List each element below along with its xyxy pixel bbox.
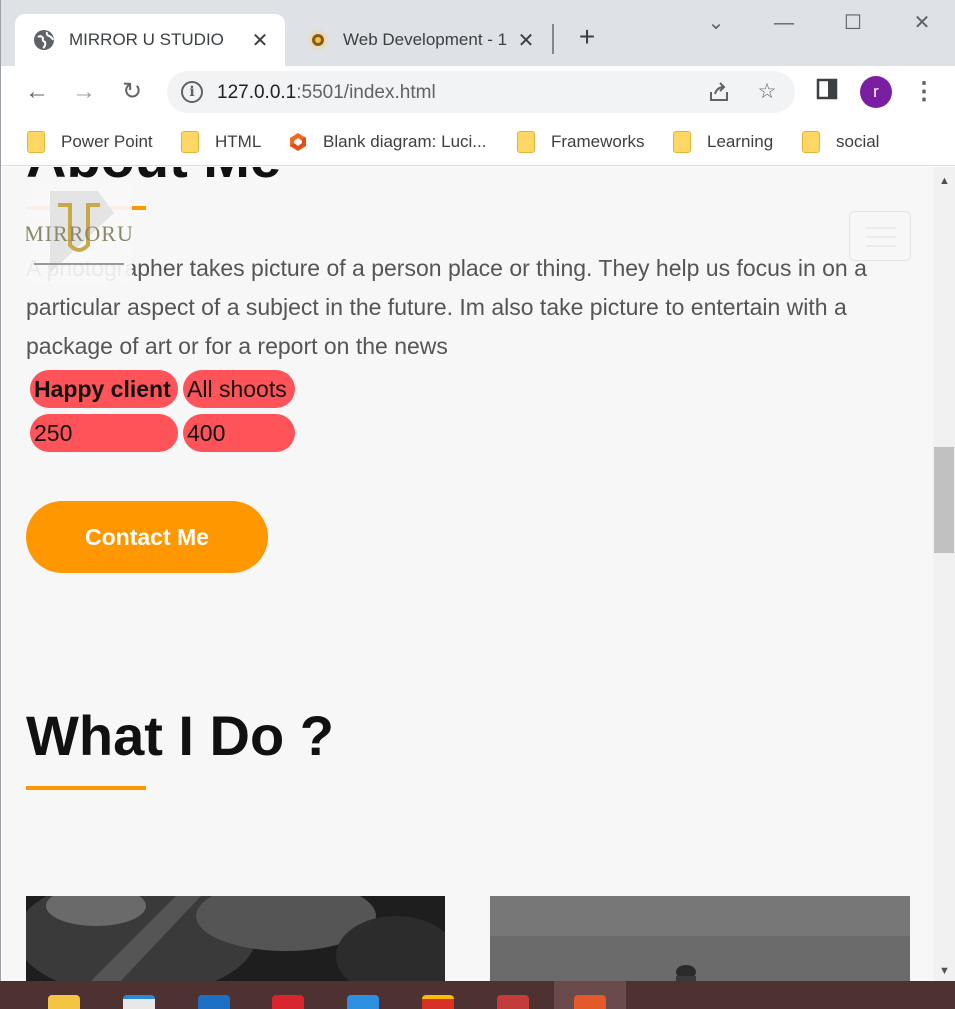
forward-icon[interactable]: → <box>70 78 98 106</box>
globe-icon <box>33 29 55 51</box>
page-viewport: About Me A photographer takes picture of… <box>2 167 933 981</box>
os-taskbar <box>0 981 955 1009</box>
service-image-1[interactable] <box>26 896 445 981</box>
new-tab-icon[interactable]: + <box>573 23 601 52</box>
close-tab-icon[interactable]: ✕ <box>249 29 271 52</box>
reload-icon[interactable]: ↻ <box>118 78 146 106</box>
close-tab-icon[interactable]: ✕ <box>515 29 537 52</box>
tab-separator <box>552 24 554 54</box>
bookmark-html[interactable]: HTML <box>181 130 261 154</box>
bookmark-power-point[interactable]: Power Point <box>27 130 153 154</box>
tab-mirror-u-studio[interactable]: MIRROR U STUDIO ✕ <box>15 14 285 66</box>
bookmark-star-icon[interactable]: ☆ <box>755 80 779 104</box>
folder-icon <box>27 131 45 153</box>
bookmark-lucid[interactable]: Blank diagram: Luci... <box>287 130 486 154</box>
bookmark-learning[interactable]: Learning <box>673 130 773 154</box>
bookmark-label: Power Point <box>61 132 153 151</box>
url-host: 127.0.0.1 <box>217 82 297 103</box>
maximize-icon[interactable]: ☐ <box>833 8 873 38</box>
bookmark-social[interactable]: social <box>802 130 879 154</box>
store-icon[interactable] <box>123 995 155 1009</box>
browser-toolbar: ← → ↻ i 127.0.0.1:5501/index.html ☆ r ⋮ <box>1 66 955 118</box>
browser-window: MIRROR U STUDIO ✕ Web Development - 1 ✕ … <box>0 0 955 981</box>
office-icon[interactable] <box>272 995 304 1009</box>
folder-icon <box>181 131 199 153</box>
chrome-icon[interactable] <box>422 995 454 1009</box>
bookmark-label: Blank diagram: Luci... <box>323 132 487 151</box>
tab-web-development[interactable]: Web Development - 1 ✕ <box>289 14 551 66</box>
stat-happy-label: Happy client <box>30 370 178 408</box>
mail-icon[interactable] <box>198 995 230 1009</box>
bookmarks-bar: Power Point HTML Blank diagram: Luci... … <box>1 118 955 166</box>
scroll-down-icon[interactable]: ▼ <box>933 961 955 981</box>
bookmark-label: HTML <box>215 132 262 151</box>
side-panel-icon[interactable] <box>813 78 841 106</box>
tab-strip: MIRROR U STUDIO ✕ Web Development - 1 ✕ … <box>1 0 955 66</box>
nav-toggle-button[interactable] <box>849 211 911 261</box>
address-bar[interactable]: i 127.0.0.1:5501/index.html ☆ <box>167 71 795 113</box>
close-window-icon[interactable]: ✕ <box>902 8 942 38</box>
folder-icon <box>802 131 820 153</box>
hamburger-line <box>866 245 896 247</box>
stat-shoots-value: 400 <box>183 414 295 452</box>
bookmark-frameworks[interactable]: Frameworks <box>517 130 645 154</box>
site-logo[interactable]: MIRRORU <box>24 183 133 283</box>
bookmark-label: Learning <box>707 132 774 151</box>
bookmark-label: social <box>836 132 880 151</box>
profile-avatar[interactable]: r <box>860 76 892 108</box>
url-path: :5501/index.html <box>296 82 436 103</box>
minimize-icon[interactable]: — <box>764 8 804 38</box>
bookmark-label: Frameworks <box>551 132 645 151</box>
vscode-icon[interactable] <box>347 995 379 1009</box>
share-icon[interactable] <box>707 80 731 104</box>
lucid-icon <box>287 131 309 153</box>
hamburger-line <box>866 227 896 229</box>
folder-icon <box>673 131 691 153</box>
tab-title: Web Development - 1 <box>343 30 508 49</box>
menu-kebab-icon[interactable]: ⋮ <box>910 78 938 106</box>
scroll-thumb[interactable] <box>934 447 954 553</box>
folder-icon <box>517 131 535 153</box>
page-scrollbar[interactable]: ▲ ▼ <box>933 167 955 981</box>
tab-title: MIRROR U STUDIO <box>69 30 224 49</box>
crest-icon <box>307 29 329 51</box>
stat-happy-value: 250 <box>30 414 178 452</box>
hamburger-line <box>866 236 896 238</box>
powerpoint-icon[interactable] <box>574 995 606 1009</box>
site-info-icon[interactable]: i <box>181 81 203 103</box>
scroll-up-icon[interactable]: ▲ <box>933 171 955 191</box>
file-explorer-icon[interactable] <box>48 995 80 1009</box>
app-icon[interactable] <box>497 995 529 1009</box>
url-text[interactable]: 127.0.0.1:5501/index.html <box>217 82 436 104</box>
tab-search-icon[interactable]: ⌄ <box>696 8 736 38</box>
service-image-2[interactable] <box>490 896 910 981</box>
whatido-heading: What I Do ? <box>26 704 334 767</box>
back-icon[interactable]: ← <box>23 78 51 106</box>
logo-text: MIRRORU <box>26 221 132 246</box>
whatido-underline <box>26 786 146 790</box>
stat-shoots-label: All shoots <box>183 370 295 408</box>
about-paragraph: A photographer takes picture of a person… <box>26 255 867 359</box>
contact-me-button[interactable]: Contact Me <box>26 501 268 573</box>
